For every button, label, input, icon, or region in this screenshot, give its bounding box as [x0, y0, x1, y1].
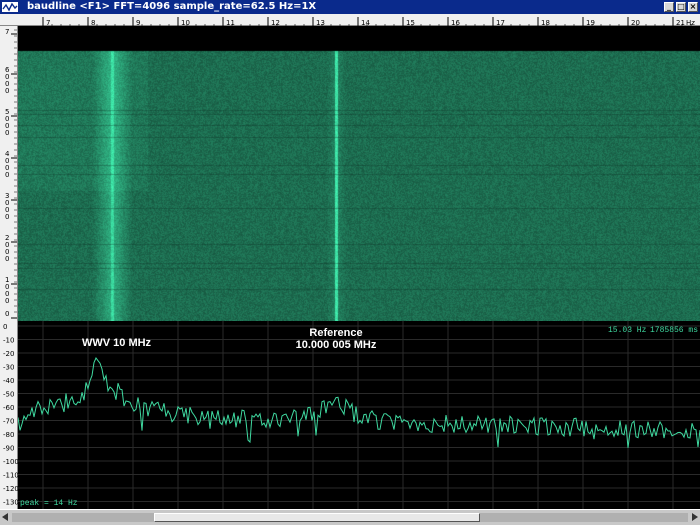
- db-tick-label: -60: [3, 404, 14, 412]
- db-tick-label: -20: [3, 350, 14, 358]
- spectrogram-canvas[interactable]: [18, 26, 700, 321]
- db-tick-label: -40: [3, 377, 14, 385]
- reference-frequency-annotation: 10.000 005 MHz: [296, 339, 377, 351]
- scroll-left-arrow[interactable]: [2, 513, 8, 521]
- time-ruler[interactable]: 76000500040003000200010000: [0, 26, 18, 321]
- db-tick-label: -120: [3, 485, 18, 493]
- baudline-app-icon[interactable]: [2, 2, 18, 12]
- time-tick-label: 0: [5, 213, 9, 221]
- reference-annotation: Reference: [309, 327, 362, 339]
- maximize-button[interactable]: □: [676, 2, 686, 12]
- spectrum-plot[interactable]: WWV 10 MHz Reference 10.000 005 MHz 15.0…: [17, 321, 700, 509]
- scrollbar-track[interactable]: [12, 513, 688, 522]
- spectrogram-waterfall[interactable]: [18, 26, 700, 321]
- db-tick-label: 0: [3, 323, 7, 331]
- cursor-frequency-readout: 15.03 Hz: [608, 326, 647, 335]
- window-titlebar[interactable]: baudline <F1> FFT=4096 sample_rate=62.5 …: [0, 0, 700, 14]
- horizontal-scrollbar[interactable]: [0, 509, 700, 525]
- time-tick-label: 0: [5, 255, 9, 263]
- window-title: baudline <F1> FFT=4096 sample_rate=62.5 …: [27, 1, 317, 12]
- time-tick-label: 0: [5, 310, 9, 318]
- db-tick-label: -80: [3, 431, 14, 439]
- peak-readout: peak = 14 Hz: [20, 499, 78, 508]
- db-tick-label: -70: [3, 418, 14, 426]
- db-tick-label: -100: [3, 458, 18, 466]
- db-tick-label: -10: [3, 337, 14, 345]
- db-tick-label: -130: [3, 499, 18, 507]
- time-tick-label: 0: [5, 171, 9, 179]
- db-tick-label: -110: [3, 472, 18, 480]
- time-tick-label: 0: [5, 129, 9, 137]
- time-ruler-ticks: 76000500040003000200010000: [5, 28, 17, 319]
- frequency-ruler[interactable]: 7 8 9 10 11 12 13 14 15 16 17 18 19 20 21 Hz: [0, 14, 700, 28]
- db-ruler-labels: 0 -10 -20 -30 -40 -50 -60 -70 -80 -90 -100 -110 -120…: [3, 323, 19, 507]
- db-tick-label: -90: [3, 445, 14, 453]
- db-tick-label: -30: [3, 364, 14, 372]
- minimize-button[interactable]: _: [664, 2, 674, 12]
- spectrum-display[interactable]: WWV 10 MHz Reference 10.000 005 MHz 15.0…: [17, 321, 700, 509]
- scrollbar-thumb[interactable]: [154, 513, 480, 522]
- time-tick-label: 0: [5, 87, 9, 95]
- time-tick-label: 0: [5, 297, 9, 305]
- scroll-right-arrow[interactable]: [692, 513, 698, 521]
- close-button[interactable]: ×: [688, 2, 698, 12]
- cursor-time-readout: 1785856 ms: [650, 326, 698, 335]
- time-tick-label: 7: [5, 28, 9, 36]
- wwv-annotation: WWV 10 MHz: [82, 337, 152, 349]
- db-ruler[interactable]: 0 -10 -20 -30 -40 -50 -60 -70 -80 -90 -100 -110 -120…: [0, 321, 19, 509]
- db-tick-label: -50: [3, 391, 14, 399]
